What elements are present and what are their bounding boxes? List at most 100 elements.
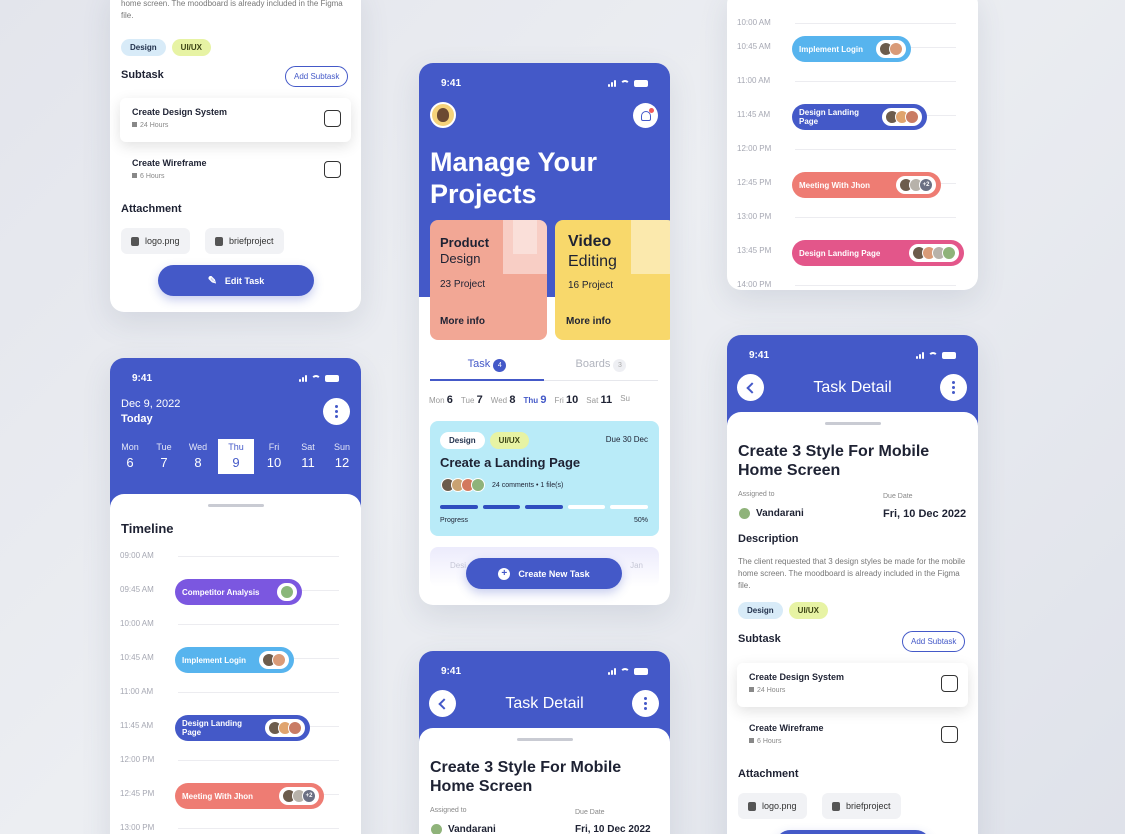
avatar-group [441, 478, 485, 492]
flag-icon [749, 687, 754, 692]
attachment-file[interactable]: briefproject [205, 228, 284, 254]
subtask-item[interactable]: Create Wireframe 6 Hours [737, 714, 968, 758]
task-detail-card-partial: The client requested that 3 design style… [110, 0, 361, 312]
event-pill[interactable]: Implement Login [792, 36, 911, 62]
timeline-row: 09:45 AM Competitor Analysis [120, 576, 339, 606]
event-pill[interactable]: Meeting With Jhon +2 [792, 172, 941, 198]
progress-bar [440, 505, 648, 509]
current-date: Dec 9, 2022 [121, 398, 181, 410]
due-date: Due 30 Dec [605, 435, 648, 444]
day-cell[interactable]: Su [620, 394, 630, 406]
more-info-link[interactable]: More info [440, 316, 485, 327]
day-cell[interactable]: Tue 7 [150, 442, 178, 474]
subtask-checkbox[interactable] [941, 726, 958, 743]
task-detail-screen: 9:41 Task Detail Create 3 Style For Mobi… [727, 335, 978, 834]
task-detail-screen-partial: 9:41 Task Detail Create 3 Style For Mobi… [419, 651, 670, 834]
subtask-hours: 24 Hours [140, 122, 169, 129]
event-pill[interactable]: Design Landing Page [792, 104, 927, 130]
battery-icon [634, 79, 648, 87]
home-title: Manage Your Projects [430, 147, 598, 209]
timeline-row: 10:00 AM [120, 610, 339, 640]
edit-task-button[interactable]: ✎ Edit Task [158, 265, 314, 296]
drag-handle[interactable] [207, 504, 264, 507]
more-options-button[interactable] [323, 398, 350, 425]
day-cell[interactable]: Sun 12 [328, 442, 356, 474]
avatar[interactable] [430, 102, 456, 128]
event-pill[interactable]: Competitor Analysis [175, 579, 302, 605]
file-icon [215, 236, 223, 246]
subtask-item[interactable]: Create Design System 24 Hours [737, 663, 968, 707]
day-cell[interactable]: Wed 8 [184, 442, 212, 474]
add-subtask-button[interactable]: Add Subtask [285, 66, 349, 87]
tab-task[interactable]: Task 4 [430, 358, 544, 381]
timeline-row: 11:00 AM [737, 67, 956, 97]
avatar [272, 653, 286, 667]
attachment-file[interactable]: briefproject [822, 793, 901, 819]
wifi-icon [620, 79, 630, 87]
event-pill[interactable]: Design Landing Page [792, 240, 964, 266]
more-options-button[interactable] [940, 374, 967, 401]
drag-handle[interactable] [824, 422, 881, 425]
tag-uiux: UI/UX [171, 39, 212, 56]
file-name: logo.png [145, 236, 180, 246]
wifi-icon [620, 667, 630, 675]
signal-icon [916, 351, 924, 359]
file-icon [748, 801, 756, 811]
event-pill[interactable]: Meeting With Jhon +2 [175, 783, 324, 809]
status-time: 9:41 [441, 665, 462, 677]
event-pill[interactable]: Implement Login [175, 647, 294, 673]
task-card[interactable]: Design UI/UX Due 30 Dec Create a Landing… [430, 421, 659, 536]
edit-task-button[interactable] [775, 830, 931, 834]
day-cell[interactable]: Tue 7 [461, 394, 483, 406]
pencil-icon: ✎ [207, 275, 217, 287]
day-cell[interactable]: Sat 11 [294, 442, 322, 474]
drag-handle[interactable] [516, 738, 573, 741]
tab-boards[interactable]: Boards 3 [544, 358, 658, 381]
signal-icon [608, 667, 616, 675]
more-options-button[interactable] [632, 690, 659, 717]
status-bar: 9:41 [419, 63, 670, 103]
subtask-item[interactable]: Create Wireframe 6 Hours [120, 149, 351, 193]
subtask-item[interactable]: Create Design System 24 Hours [120, 98, 351, 142]
day-cell[interactable]: Fri 10 [260, 442, 288, 474]
event-pill[interactable]: Design Landing Page [175, 715, 310, 741]
day-cell[interactable]: Mon 6 [429, 394, 453, 406]
day-cell-selected[interactable]: Thu 9 [218, 439, 254, 474]
status-bar: 9:41 [727, 335, 978, 375]
avatar [288, 721, 302, 735]
timeline-row: 12:00 PM [737, 135, 956, 165]
day-cell[interactable]: Sat 11 [586, 394, 612, 406]
day-cell-selected[interactable]: Thu 9 [523, 394, 546, 406]
timeline-row: 12:45 PM Meeting With Jhon +2 [120, 780, 339, 810]
home-screen: 9:41 Manage Your Projects Product Design… [419, 63, 670, 605]
tag-design: Design [738, 602, 783, 619]
timeline-row: 11:45 AM Design Landing Page [737, 101, 956, 131]
subtask-checkbox[interactable] [324, 161, 341, 178]
plus-circle-icon: + [498, 567, 511, 580]
attachment-file[interactable]: logo.png [738, 793, 807, 819]
day-cell[interactable]: Wed 8 [491, 394, 516, 406]
subtask-checkbox[interactable] [941, 675, 958, 692]
progress-segment-filled [482, 505, 521, 509]
day-cell[interactable]: Fri 10 [554, 394, 578, 406]
more-vertical-icon [644, 697, 647, 710]
add-subtask-button[interactable]: Add Subtask [902, 631, 966, 652]
project-card-product-design[interactable]: Product Design 23 Project More info [430, 220, 547, 340]
create-new-task-button[interactable]: + Create New Task [466, 558, 622, 589]
status-time: 9:41 [749, 349, 770, 361]
project-card-video-editing[interactable]: Video Editing 16 Project More info [555, 220, 670, 340]
battery-icon [325, 374, 339, 382]
notification-button[interactable] [633, 103, 658, 128]
subtask-checkbox[interactable] [324, 110, 341, 127]
detail-sheet: Create 3 Style For Mobile Home Screen As… [727, 412, 978, 834]
more-info-link[interactable]: More info [566, 316, 611, 327]
attachment-file[interactable]: logo.png [121, 228, 190, 254]
file-name: briefproject [229, 236, 274, 246]
attachment-heading: Attachment [121, 203, 182, 215]
timeline-heading: Timeline [121, 521, 174, 536]
description-text: The client requested that 3 design style… [738, 557, 966, 590]
day-cell[interactable]: Mon 6 [116, 442, 144, 474]
more-vertical-icon [952, 381, 955, 394]
detail-sheet: Create 3 Style For Mobile Home Screen As… [419, 728, 670, 834]
progress-value: 50% [633, 517, 648, 524]
